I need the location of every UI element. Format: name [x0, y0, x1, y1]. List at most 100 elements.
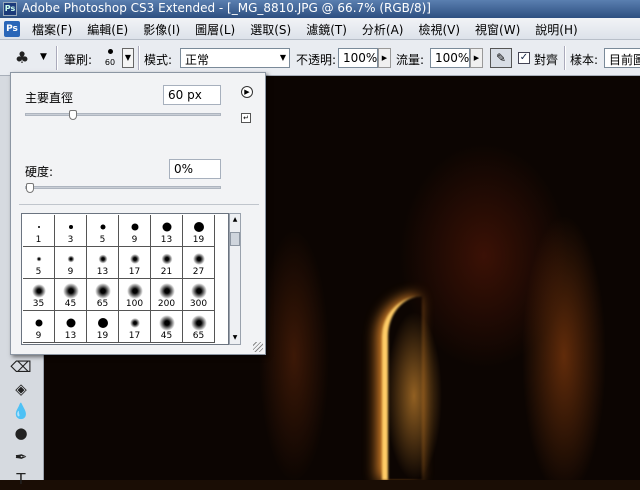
brush-preview[interactable]: 60 [100, 45, 120, 71]
menu-item[interactable]: 檔案(F) [32, 21, 72, 38]
scroll-thumb[interactable] [230, 232, 240, 246]
menu-item[interactable]: 編輯(E) [87, 21, 128, 38]
diameter-field[interactable]: 60 px [163, 85, 221, 105]
brush-tip-icon [31, 284, 46, 298]
brush-preset-size: 13 [64, 331, 77, 341]
paint-bucket-icon[interactable]: ◈ [8, 378, 34, 400]
brush-preset[interactable]: 9 [55, 247, 87, 279]
brush-preset[interactable]: 13 [55, 311, 87, 343]
hardness-label: 硬度: [25, 165, 54, 179]
brush-preset[interactable]: 65 [183, 311, 215, 343]
brush-preset[interactable]: 5 [23, 247, 55, 279]
menu-item[interactable]: 檢視(V) [418, 21, 460, 38]
brush-preset[interactable]: 1 [23, 215, 55, 247]
menu-item[interactable]: 圖層(L) [195, 21, 235, 38]
brush-tip-icon [100, 224, 105, 230]
clone-stamp-icon[interactable]: ♣ [10, 48, 34, 68]
brush-preset[interactable]: 27 [183, 247, 215, 279]
menu-items: 檔案(F) 編輯(E) 影像(I) 圖層(L) 選取(S) 濾鏡(T) 分析(A) 檢視(V)… [32, 21, 593, 38]
brush-preset[interactable]: 45 [151, 311, 183, 343]
brush-preset[interactable]: 35 [23, 279, 55, 311]
tool-preset-dropdown-icon[interactable]: ▼ [40, 52, 47, 62]
airbrush-toggle-icon[interactable]: ✎ [490, 48, 512, 68]
brush-preset[interactable]: 19 [87, 311, 119, 343]
mode-value: 正常 [185, 53, 210, 67]
ps-menu-logo-icon[interactable]: Ps [4, 21, 20, 37]
brush-preset[interactable]: 65 [87, 279, 119, 311]
brush-size: 60 [104, 58, 116, 67]
window-title: Adobe Photoshop CS3 Extended - [_MG_8810… [22, 1, 431, 15]
separator [56, 46, 58, 70]
brush-preset-size: 65 [96, 299, 109, 309]
brush-preset-size: 27 [192, 267, 205, 277]
brush-preset-size: 3 [67, 235, 74, 245]
pen-icon[interactable]: ✒ [8, 446, 34, 468]
brush-preset-size: 9 [67, 267, 74, 277]
type-icon[interactable]: T [8, 468, 34, 490]
opacity-slider-button[interactable]: ▶ [378, 48, 391, 68]
eraser-icon[interactable]: ⌫ [8, 356, 34, 378]
scroll-down-icon[interactable]: ▼ [230, 333, 240, 343]
menu-item[interactable]: 影像(I) [143, 21, 180, 38]
brush-preset[interactable]: 3 [55, 215, 87, 247]
brush-preset[interactable]: 19 [183, 215, 215, 247]
brush-tip-icon [193, 222, 204, 232]
resize-grip-icon[interactable] [253, 342, 263, 352]
title-bar: Ps Adobe Photoshop CS3 Extended - [_MG_8… [0, 0, 640, 18]
brush-tip-icon [37, 226, 40, 228]
sample-select[interactable]: 目前圖 [604, 48, 640, 68]
brush-preset[interactable]: 9 [23, 311, 55, 343]
menu-item[interactable]: 視窗(W) [475, 21, 520, 38]
brush-tip-icon [129, 254, 140, 264]
aligned-checkbox[interactable]: ✓ [518, 52, 530, 64]
reset-size-icon[interactable]: ↵ [241, 113, 251, 123]
brush-preset[interactable]: 17 [119, 247, 151, 279]
menu-item[interactable]: 分析(A) [362, 21, 404, 38]
flow-slider-button[interactable]: ▶ [470, 48, 483, 68]
menu-item[interactable]: 說明(H) [535, 21, 577, 38]
brush-preset[interactable]: 200 [151, 279, 183, 311]
opacity-field[interactable]: 100% [338, 48, 378, 68]
brush-tip-icon [66, 318, 75, 328]
brush-grid-scrollbar[interactable]: ▲ ▼ [229, 213, 241, 345]
hardness-slider[interactable] [25, 183, 221, 193]
brush-tip-icon [62, 283, 79, 299]
brush-preset-size: 21 [160, 267, 173, 277]
diameter-slider[interactable] [25, 110, 221, 120]
brush-preset-size: 9 [35, 331, 42, 341]
brush-preset[interactable]: 100 [119, 279, 151, 311]
brush-picker-button[interactable]: ▼ [122, 48, 134, 68]
brush-tip-icon [97, 318, 108, 328]
brush-preset[interactable]: 13 [87, 247, 119, 279]
diameter-slider-thumb[interactable] [69, 110, 77, 120]
brush-preset-size: 13 [160, 235, 173, 245]
brush-preset[interactable]: 9 [119, 215, 151, 247]
brush-preset[interactable]: 21 [151, 247, 183, 279]
menu-item[interactable]: 濾鏡(T) [306, 21, 347, 38]
app-logo-icon: Ps [3, 2, 17, 16]
dodge-icon[interactable]: ● [8, 422, 34, 444]
brush-preset-size: 300 [189, 299, 208, 309]
brush-preset-size: 65 [192, 331, 205, 341]
brush-preset[interactable]: 300 [183, 279, 215, 311]
separator [138, 46, 140, 70]
brush-tip-icon [126, 283, 143, 299]
flow-field[interactable]: 100% [430, 48, 470, 68]
mode-select[interactable]: 正常 ▼ [180, 48, 290, 68]
separator [564, 46, 566, 70]
brush-preset-size: 5 [35, 267, 42, 277]
brush-preset-size: 13 [96, 267, 109, 277]
brush-preset[interactable]: 17 [119, 311, 151, 343]
hardness-slider-thumb[interactable] [26, 183, 34, 193]
brush-preset[interactable]: 5 [87, 215, 119, 247]
hardness-field[interactable]: 0% [169, 159, 221, 179]
brush-tip-icon [35, 319, 42, 327]
brush-preset[interactable]: 45 [55, 279, 87, 311]
menu-item[interactable]: 選取(S) [250, 21, 291, 38]
diameter-label: 主要直徑 [25, 91, 74, 105]
menu-bar: Ps 檔案(F) 編輯(E) 影像(I) 圖層(L) 選取(S) 濾鏡(T) 分析(A) 檢視… [0, 18, 640, 40]
scroll-up-icon[interactable]: ▲ [230, 215, 240, 225]
brush-preset[interactable]: 13 [151, 215, 183, 247]
panel-menu-icon[interactable]: ▶ [241, 86, 253, 98]
blur-icon[interactable]: 💧 [8, 400, 34, 422]
